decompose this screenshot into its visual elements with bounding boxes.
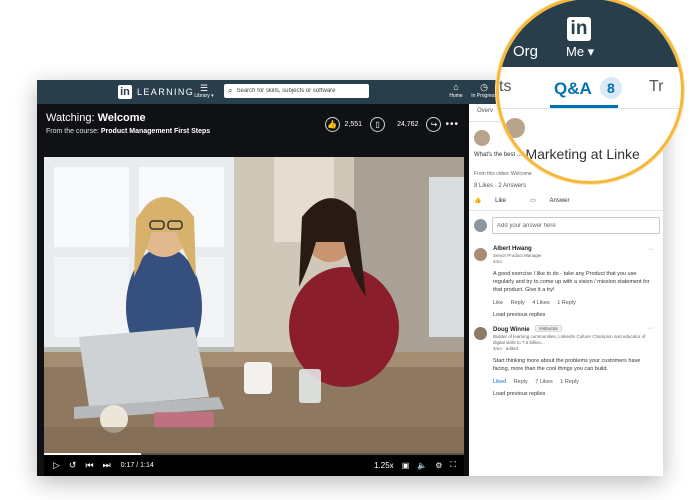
video-frame[interactable] bbox=[44, 157, 464, 455]
reply-author-name-text[interactable]: Doug Winnie bbox=[493, 327, 530, 333]
video-controls: ▷ ↺ ⏮ ⏭ 0:17 / 1:14 1.25x ▣ 🔈 ⚙ ⛶ bbox=[44, 455, 464, 476]
like-label: Like bbox=[495, 198, 507, 204]
library-menu-button[interactable]: ☰ Library ▾ bbox=[193, 83, 215, 100]
course-prefix: From the course: bbox=[46, 128, 99, 135]
play-icon[interactable]: ▷ bbox=[53, 460, 60, 471]
like-icon[interactable]: 👍 bbox=[324, 117, 340, 132]
reply-body: Doug Winnie Instructor Builder of learni… bbox=[493, 325, 653, 397]
home-icon: ⌂ bbox=[453, 82, 459, 92]
linkedin-learning-logo[interactable]: in LEARNING bbox=[118, 85, 194, 99]
clock-icon: ◷ bbox=[480, 82, 488, 92]
video-stats: 👍 2,551 ▯ 24,762 ↪ ••• bbox=[324, 117, 459, 132]
search-box[interactable]: ⌕ bbox=[224, 84, 369, 98]
load-previous-replies-link[interactable]: Load previous replies bbox=[493, 391, 653, 397]
like-question-button[interactable]: 👍 Like bbox=[474, 197, 518, 204]
reply-author-avatar[interactable] bbox=[474, 327, 487, 340]
question-actions: 👍 Like ▭ Answer bbox=[474, 197, 594, 204]
watching-prefix: Watching: bbox=[46, 112, 95, 124]
nav-in-progress-label: In Progress bbox=[471, 93, 497, 99]
search-icon: ⌕ bbox=[228, 86, 233, 95]
reply-actions: Liked Reply 7 Likes 1 Reply bbox=[493, 379, 653, 385]
video-still-image bbox=[44, 157, 464, 455]
zoom-tabs: ts Q&A 8 Tr bbox=[499, 67, 681, 109]
next-icon[interactable]: ⏭ bbox=[103, 460, 111, 471]
reply-like-button[interactable]: Liked bbox=[493, 379, 506, 385]
reply-like-button[interactable]: Like bbox=[493, 300, 503, 306]
active-tab-indicator bbox=[550, 105, 618, 108]
reply-replies-count: 1 Reply bbox=[557, 300, 576, 306]
library-label: Library ▾ bbox=[194, 93, 214, 99]
reply-author-avatar[interactable] bbox=[474, 248, 487, 261]
video-area: Watching: Welcome From the course: Produ… bbox=[37, 104, 469, 476]
reply-time: 4mo bbox=[493, 259, 502, 264]
nav-in-progress[interactable]: ◷ In Progress bbox=[469, 82, 499, 100]
tab-qa[interactable]: Q&A 8 bbox=[554, 77, 622, 99]
question-author-avatar[interactable] bbox=[474, 130, 490, 146]
divider bbox=[469, 210, 663, 211]
qa-count-badge: 8 bbox=[599, 77, 622, 99]
reply-reply-button[interactable]: Reply bbox=[514, 379, 528, 385]
reply-author-title: Builder of learning communities, LinkedI… bbox=[493, 334, 646, 345]
nav-home-label: Home bbox=[449, 93, 463, 99]
video-time: 0:17 / 1:14 bbox=[120, 462, 154, 469]
linkedin-icon: in bbox=[567, 17, 591, 41]
answer-question-button[interactable]: ▭ Answer bbox=[530, 197, 581, 204]
reply-author-name: Doug Winnie Instructor bbox=[493, 325, 653, 333]
volume-icon[interactable]: 🔈 bbox=[417, 461, 427, 470]
settings-icon[interactable]: ⚙ bbox=[435, 461, 442, 470]
tab-overview[interactable]: Overv bbox=[477, 108, 493, 114]
video-title: Welcome bbox=[97, 112, 146, 124]
answer-composer bbox=[474, 217, 660, 234]
avatar bbox=[474, 219, 487, 232]
linkedin-icon: in bbox=[118, 85, 132, 99]
reply-time: 4mo · edited bbox=[493, 346, 519, 351]
zoom-org-label: Org bbox=[513, 43, 539, 60]
bookmark-icon[interactable]: ▯ bbox=[370, 117, 386, 132]
answer-input[interactable] bbox=[492, 217, 660, 234]
reply-author-name[interactable]: Albert Hwang bbox=[493, 246, 653, 252]
nav-home[interactable]: ⌂ Home bbox=[443, 82, 469, 100]
menu-icon: ☰ bbox=[199, 83, 209, 93]
reply-likes-count: 4 Likes bbox=[532, 300, 550, 306]
playback-speed-button[interactable]: 1.25x bbox=[374, 461, 394, 470]
more-options-icon[interactable]: ••• bbox=[445, 119, 459, 130]
course-line: From the course: Product Management Firs… bbox=[46, 128, 210, 135]
course-title-link[interactable]: Product Management First Steps bbox=[101, 128, 210, 135]
load-previous-replies-link[interactable]: Load previous replies bbox=[493, 312, 653, 318]
fullscreen-icon[interactable]: ⛶ bbox=[450, 460, 456, 470]
zoom-callout: Org in Me ▾ ts Q&A 8 Tr ...ct Marketing … bbox=[496, 0, 684, 184]
watching-heading: Watching: Welcome bbox=[46, 112, 146, 124]
saves-count: 24,762 bbox=[397, 121, 419, 128]
logo-text: LEARNING bbox=[137, 87, 195, 97]
reply-reply-button[interactable]: Reply bbox=[511, 300, 525, 306]
zoom-me-menu[interactable]: Me ▾ bbox=[566, 44, 594, 60]
replay-icon[interactable]: ↺ bbox=[69, 460, 77, 471]
search-input[interactable] bbox=[236, 88, 357, 94]
instructor-badge: Instructor bbox=[535, 325, 563, 332]
reply-text: Start thinking more about the problems y… bbox=[493, 358, 641, 372]
stage: in LEARNING ☰ Library ▾ ⌕ ⌂ Home ◷ In Pr… bbox=[0, 0, 690, 500]
question-source: From this video: Welcome bbox=[474, 171, 532, 177]
captions-icon[interactable]: ▣ bbox=[402, 461, 410, 470]
zoom-tab-right[interactable]: Tr bbox=[649, 78, 664, 96]
reply-body: Albert Hwang Senior Product Manager 4mo … bbox=[493, 246, 653, 318]
zoom-question-avatar bbox=[505, 118, 525, 138]
zoom-question-text: ...ct Marketing at Linke bbox=[499, 146, 640, 162]
comment-icon: ▭ bbox=[530, 198, 538, 204]
likes-count: 2,551 bbox=[344, 121, 363, 128]
reply-text: A good exercise I like to do - take any … bbox=[493, 271, 650, 293]
tab-qa-label: Q&A bbox=[554, 79, 592, 98]
share-icon[interactable]: ↪ bbox=[426, 117, 442, 132]
reply-likes-count: 7 Likes bbox=[535, 379, 553, 385]
answer-label: Answer bbox=[549, 198, 570, 204]
previous-icon[interactable]: ⏮ bbox=[85, 460, 93, 471]
question-counts: 8 Likes · 2 Answers bbox=[474, 183, 527, 189]
reply-actions: Like Reply 4 Likes 1 Reply bbox=[493, 300, 653, 306]
reply-replies-count: 1 Reply bbox=[560, 379, 579, 385]
video-controls-right: 1.25x ▣ 🔈 ⚙ ⛶ bbox=[366, 460, 456, 470]
thumbs-up-icon: 👍 bbox=[474, 198, 484, 204]
zoom-tab-left[interactable]: ts bbox=[499, 78, 511, 96]
